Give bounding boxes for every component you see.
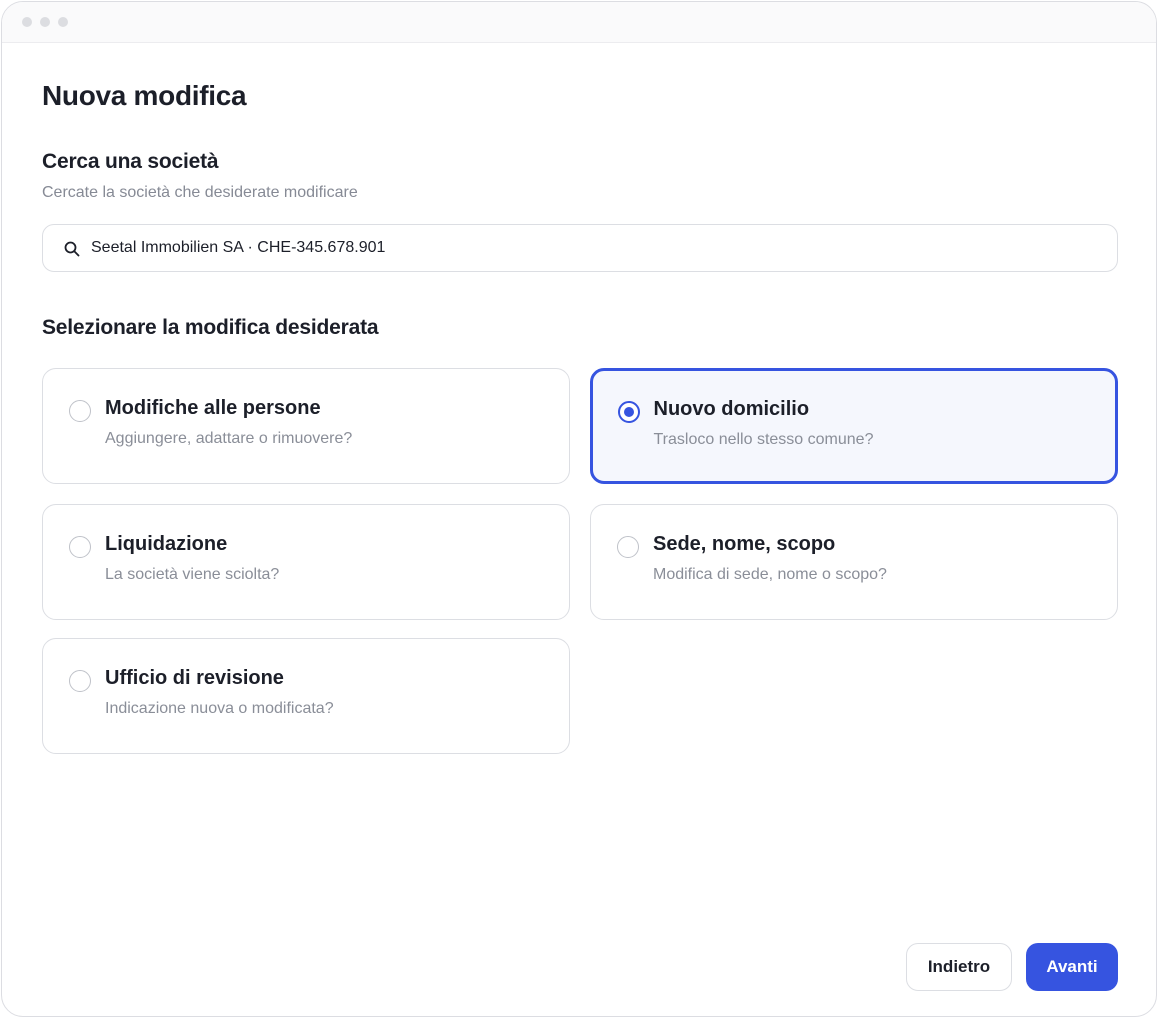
option-title: Liquidazione bbox=[105, 533, 228, 555]
radio-button[interactable] bbox=[69, 536, 91, 558]
option-title: Sede, nome, scopo bbox=[653, 533, 836, 555]
back-button[interactable]: Indietro bbox=[906, 943, 1012, 991]
next-button[interactable]: Avanti bbox=[1026, 943, 1118, 991]
search-section-subtitle: Cercate la società che desiderate modifi… bbox=[42, 184, 358, 201]
option-card-ufficio-di-revisione[interactable]: Ufficio di revisione Indicazione nuova o… bbox=[42, 638, 570, 754]
radio-button-selected[interactable] bbox=[617, 400, 640, 423]
option-title: Nuovo domicilio bbox=[653, 397, 810, 420]
window-dot-icon[interactable] bbox=[58, 17, 68, 27]
window-dot-icon[interactable] bbox=[22, 17, 32, 27]
search-icon bbox=[64, 241, 80, 257]
window-titlebar bbox=[2, 2, 1156, 43]
option-card-liquidazione[interactable]: Liquidazione La società viene sciolta? bbox=[42, 504, 570, 620]
option-subtitle: Indicazione nuova o modificata? bbox=[105, 700, 334, 717]
window-dot-icon[interactable] bbox=[40, 17, 50, 27]
radio-button[interactable] bbox=[617, 536, 639, 558]
option-card-modifiche-alle-persone[interactable]: Modifiche alle persone Aggiungere, adatt… bbox=[42, 368, 570, 484]
radio-button[interactable] bbox=[69, 670, 91, 692]
option-card-sede-nome-scopo[interactable]: Sede, nome, scopo Modifica di sede, nome… bbox=[590, 504, 1118, 620]
page-title: Nuova modifica bbox=[42, 80, 247, 111]
company-search-box[interactable] bbox=[42, 224, 1118, 272]
option-title: Ufficio di revisione bbox=[105, 667, 284, 689]
option-title: Modifiche alle persone bbox=[105, 397, 321, 419]
option-subtitle: Modifica di sede, nome o scopo? bbox=[653, 566, 887, 583]
radio-button[interactable] bbox=[69, 400, 91, 422]
option-subtitle: Trasloco nello stesso comune? bbox=[653, 430, 874, 448]
app-window: Nuova modifica Cerca una società Cercate… bbox=[1, 1, 1157, 1017]
option-card-nuovo-domicilio[interactable]: Nuovo domicilio Trasloco nello stesso co… bbox=[590, 368, 1118, 484]
option-subtitle: La società viene sciolta? bbox=[105, 566, 280, 583]
search-section-title: Cerca una società bbox=[42, 150, 219, 173]
company-search-input[interactable] bbox=[91, 225, 1091, 270]
options-section-title: Selezionare la modifica desiderata bbox=[42, 316, 379, 339]
option-subtitle: Aggiungere, adattare o rimuovere? bbox=[105, 430, 353, 447]
